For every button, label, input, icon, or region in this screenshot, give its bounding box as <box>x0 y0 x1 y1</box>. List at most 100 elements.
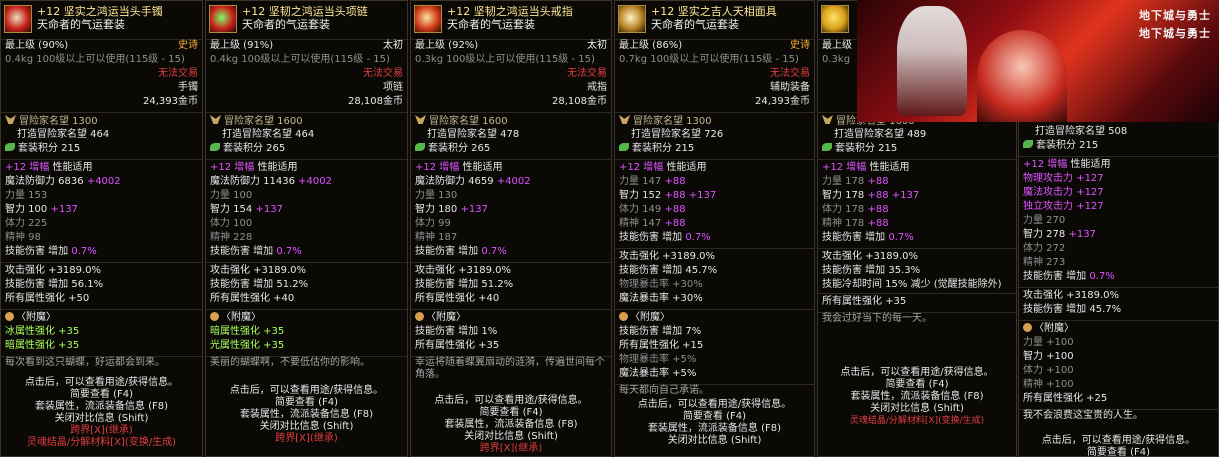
stat-bonus: +88 <box>664 176 686 187</box>
hint-line[interactable]: 跨界[X](继承) <box>206 433 407 445</box>
hint-line[interactable]: 关闭对比信息 (Shift) <box>1 413 202 425</box>
bracelet-icon[interactable] <box>4 5 32 33</box>
set-score-row: 套装积分 215 <box>615 143 814 157</box>
price-row: 28,108金币 <box>206 96 407 110</box>
set-score: 套装积分 215 <box>632 143 695 154</box>
stat-bonus: +137 <box>255 204 283 215</box>
hint-line[interactable]: 简要查看 (F4) <box>818 379 1016 391</box>
stat-row: 物理攻击力 +127 <box>1019 173 1218 187</box>
stone-icon[interactable] <box>821 5 849 33</box>
stat-bonus: +88 <box>867 204 889 215</box>
amp-label: 增幅 <box>846 162 867 173</box>
amp-suffix: 性能适用 <box>257 162 298 173</box>
hint-line[interactable]: 简要查看 (F4) <box>206 397 407 409</box>
hint-line[interactable]: 跨界[X](继承) <box>411 443 611 455</box>
skill-dmg-value: 0.7% <box>71 246 97 257</box>
amp-row: +12 增幅 性能适用 <box>1019 159 1218 173</box>
hint-line[interactable]: 套装属性，流派装备信息 (F8) <box>818 391 1016 403</box>
hint-line[interactable]: 关闭对比信息 (Shift) <box>615 435 814 447</box>
amp-label: 增幅 <box>439 162 460 173</box>
orb-icon <box>5 312 14 321</box>
hint-line[interactable]: 点击后，可以查看用途/获得信息。 <box>206 385 407 397</box>
adventurer-rep: 冒险家名望 1300 <box>633 116 712 127</box>
hint-line[interactable]: 点击后，可以查看用途/获得信息。 <box>1019 435 1218 447</box>
effect-line: 技能伤害 增加 51.2% <box>210 279 309 290</box>
set-score-row: 套装积分 215 <box>818 143 1016 157</box>
orb-icon <box>1023 323 1032 332</box>
amp-prefix: +12 <box>415 162 437 173</box>
enchant-line: 所有属性强化 +25 <box>1023 393 1108 404</box>
hint-line[interactable]: 关闭对比信息 (Shift) <box>411 431 611 443</box>
set-score: 套装积分 215 <box>1036 140 1099 151</box>
stat-row: 独立攻击力 +127 <box>1019 201 1218 215</box>
hint-line[interactable]: 套装属性，流派装备信息 (F8) <box>615 423 814 435</box>
stat-text: 精神 147 <box>619 218 665 229</box>
effect-line: 技能伤害 增加 56.1% <box>5 279 104 290</box>
stat-text: 力量 153 <box>5 190 48 201</box>
hint-line[interactable]: 点击后，可以查看用途/获得信息。 <box>818 367 1016 379</box>
hint-line[interactable]: 简要查看 (F4) <box>1 389 202 401</box>
hint-line[interactable]: 套装属性，流派装备信息 (F8) <box>1 401 202 413</box>
amp-suffix: 性能适用 <box>462 162 503 173</box>
stat-bonus: +88 <box>867 218 889 229</box>
hint-line[interactable]: 点击后，可以查看用途/获得信息。 <box>411 395 611 407</box>
mask-icon[interactable] <box>618 5 646 33</box>
effect-line: 攻击强化 +3189.0% <box>415 265 512 276</box>
grade: 最上级 (91%) <box>210 40 274 51</box>
hint-line[interactable]: 灵魂结晶/分解材料[X](变换/生成) <box>818 415 1016 427</box>
stat-row: 精神 147 +88 <box>615 218 814 232</box>
effect-line: 魔法暴击率 +30% <box>619 293 703 304</box>
stat-text: 魔法防御力 6836 <box>5 176 87 187</box>
stats-section: +12 增幅 性能适用 力量 147 +88 智力 152 +88 +137 体… <box>615 159 814 246</box>
stat-text: 魔法防御力 4659 <box>415 176 497 187</box>
enchant-line: 智力 +100 <box>1023 351 1074 362</box>
stat-text: 力量 147 <box>619 176 665 187</box>
set-name: 天命者的气运套装 <box>37 18 125 31</box>
hint-line[interactable]: 关闭对比信息 (Shift) <box>206 421 407 433</box>
stat-row: 智力 178 +88 +137 <box>818 190 1016 204</box>
necklace-icon[interactable] <box>209 5 237 33</box>
hint-line[interactable]: 关闭对比信息 (Shift) <box>818 403 1016 415</box>
stat-text: 力量 130 <box>415 190 458 201</box>
character-art-icon <box>977 30 1067 122</box>
stat-bonus: +4002 <box>298 176 332 187</box>
hint-line[interactable]: 套装属性，流派装备信息 (F8) <box>411 419 611 431</box>
enchant-line: 体力 +100 <box>1023 365 1074 376</box>
skill-dmg-label: 技能伤害 增加 <box>1023 271 1087 282</box>
enchant-line: 所有属性强化 +35 <box>415 340 500 351</box>
ring-icon[interactable] <box>414 5 442 33</box>
stat-row: 精神 178 +88 <box>818 218 1016 232</box>
enchant-label: 〈附魔〉 <box>1034 323 1074 334</box>
item-name: +12 坚韧之鸿运当头戒指 <box>447 5 573 18</box>
stat-bonus: +137 <box>460 204 488 215</box>
stats-section: +12 增幅 性能适用 魔法防御力 4659 +4002 力量 130 智力 1… <box>411 159 611 260</box>
amp-label: 增幅 <box>1047 159 1068 170</box>
stat-row: 体力 272 <box>1019 243 1218 257</box>
flavor-text: 我不会浪费这宝贵的人生。 <box>1019 409 1218 422</box>
hint-line[interactable]: 灵魂结晶/分解材料[X](变换/生成) <box>1 437 202 449</box>
promo-banner[interactable]: 地下城与勇士 地下城与勇士 <box>857 0 1219 122</box>
amp-prefix: +12 <box>619 162 641 173</box>
flavor-text: 幸运将随着蝶翼扇动的涟漪，传遍世间每个角落。 <box>411 356 611 381</box>
skill-dmg-row: 技能伤害 增加 0.7% <box>206 246 407 260</box>
hint-line[interactable]: 简要查看 (F4) <box>1019 447 1218 456</box>
hint-line[interactable]: 简要查看 (F4) <box>615 411 814 423</box>
enchant-header: 〈附魔〉 <box>615 312 814 326</box>
hint-line[interactable]: 简要查看 (F4) <box>411 407 611 419</box>
stat-row: 智力 180 +137 <box>411 204 611 218</box>
stats-section: +12 增幅 性能适用 力量 178 +88 智力 178 +88 +137 体… <box>818 159 1016 246</box>
item-title: +12 坚实之吉人天相面具 天命者的气运套装 <box>651 5 777 31</box>
hint-line[interactable]: 点击后，可以查看用途/获得信息。 <box>615 399 814 411</box>
level-requirement: 100级以上可以使用(115级 - 15) <box>36 54 185 65</box>
hint-line[interactable]: 点击后，可以查看用途/获得信息。 <box>1 377 202 389</box>
slot-row: 辅助装备 <box>615 82 814 96</box>
stat-text: 智力 178 <box>822 190 868 201</box>
hint-line[interactable]: 跨界[X](继承) <box>1 425 202 437</box>
hint-line[interactable]: 套装属性，流派装备信息 (F8) <box>206 409 407 421</box>
stat-text: 力量 100 <box>210 190 253 201</box>
stat-row: 力量 100 <box>206 190 407 204</box>
slot-type: 项链 <box>383 82 403 93</box>
slot-row: 手镯 <box>1 82 202 96</box>
enchant-line: 暗属性强化 +35 <box>5 340 80 351</box>
enchant-line: 力量 +100 <box>1023 337 1074 348</box>
